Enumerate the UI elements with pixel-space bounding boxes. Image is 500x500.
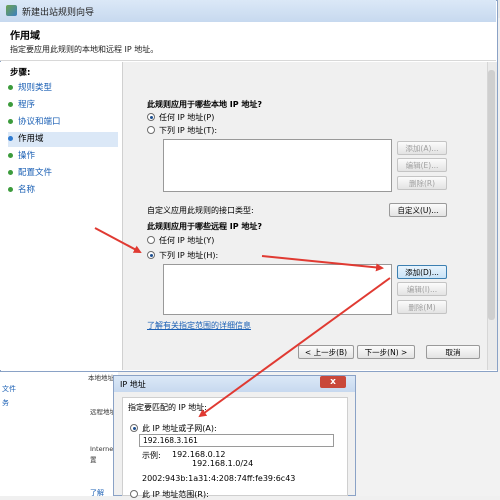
- background-window-left: 文件 务: [0, 370, 118, 496]
- local-ip-list[interactable]: [163, 139, 392, 192]
- ip-dialog-titlebar[interactable]: [114, 376, 355, 392]
- next-button[interactable]: 下一步(N) >: [357, 345, 415, 359]
- step-dot-icon: [8, 153, 13, 158]
- remote-add-button[interactable]: 添加(D)...: [397, 265, 447, 279]
- remote-any-radio[interactable]: [147, 236, 155, 244]
- step-program[interactable]: 程序: [8, 98, 118, 113]
- background-text: 置: [90, 456, 97, 464]
- example-label: 示例:: [142, 451, 161, 460]
- local-any-label[interactable]: 任何 IP 地址(P): [159, 112, 214, 123]
- remote-ip-list[interactable]: [163, 264, 392, 315]
- local-add-button[interactable]: 添加(A)...: [397, 141, 447, 155]
- page-title: 作用域: [10, 31, 40, 42]
- step-scope[interactable]: 作用域: [8, 132, 118, 147]
- background-text: 本地地址: [88, 374, 114, 382]
- learn-more-link[interactable]: 了解有关指定范围的详细信息: [147, 320, 251, 331]
- background-text: 了解: [90, 489, 104, 497]
- ip-subnet-radio[interactable]: [130, 424, 138, 432]
- interface-type-label: 自定义应用此规则的接口类型:: [147, 206, 254, 215]
- step-dot-icon: [8, 170, 13, 175]
- step-name[interactable]: 名称: [8, 183, 118, 198]
- back-button[interactable]: < 上一步(B): [298, 345, 354, 359]
- ip-address-input[interactable]: 192.168.3.161: [139, 434, 334, 447]
- local-edit-button[interactable]: 编辑(E)...: [397, 158, 447, 172]
- ip-dialog-title: IP 地址: [120, 380, 146, 389]
- example-subnet: 192.168.1.0/24: [192, 459, 254, 468]
- example-ipv4: 192.168.0.12: [172, 450, 226, 459]
- local-list-radio[interactable]: [147, 126, 155, 134]
- wizard-title: 新建出站规则向导: [22, 8, 95, 18]
- local-list-label[interactable]: 下列 IP 地址(T):: [159, 125, 217, 136]
- step-dot-icon: [8, 187, 13, 192]
- step-dot-icon: [8, 102, 13, 107]
- step-dot-icon: [8, 136, 13, 141]
- ip-range-label[interactable]: 此 IP 地址范围(R):: [142, 489, 209, 500]
- local-any-radio[interactable]: [147, 113, 155, 121]
- background-text: 务: [2, 399, 9, 407]
- ip-subnet-label[interactable]: 此 IP 地址或子网(A):: [142, 423, 217, 434]
- remote-list-label[interactable]: 下列 IP 地址(H):: [159, 250, 218, 261]
- step-action[interactable]: 操作: [8, 149, 118, 164]
- steps-title: 步骤:: [10, 68, 31, 78]
- step-dot-icon: [8, 119, 13, 124]
- cancel-button[interactable]: 取消: [426, 345, 480, 359]
- remote-list-radio[interactable]: [147, 251, 155, 259]
- background-text: 文件: [2, 385, 16, 393]
- ip-prompt: 指定要匹配的 IP 地址:: [128, 403, 207, 412]
- page-subtitle: 指定要应用此规则的本地和远程 IP 地址。: [10, 45, 159, 54]
- background-text: Interne: [90, 445, 114, 453]
- scrollbar-thumb[interactable]: [488, 70, 495, 320]
- ip-range-radio[interactable]: [130, 490, 138, 498]
- step-protocol-and-ports[interactable]: 协议和端口: [8, 115, 118, 130]
- step-profile[interactable]: 配置文件: [8, 166, 118, 181]
- local-ip-heading: 此规则应用于哪些本地 IP 地址?: [147, 100, 263, 109]
- step-dot-icon: [8, 85, 13, 90]
- firewall-icon: [6, 5, 17, 16]
- customize-button[interactable]: 自定义(U)...: [389, 203, 447, 217]
- remote-ip-heading: 此规则应用于哪些远程 IP 地址?: [147, 222, 263, 231]
- remote-edit-button[interactable]: 编辑(I)...: [397, 282, 447, 296]
- remote-delete-button[interactable]: 删除(M): [397, 300, 447, 314]
- local-delete-button[interactable]: 删除(R): [397, 176, 447, 190]
- wizard-header: [0, 22, 496, 61]
- step-rule-type[interactable]: 规则类型: [8, 81, 118, 96]
- remote-any-label[interactable]: 任何 IP 地址(Y): [159, 235, 214, 246]
- close-button[interactable]: x: [320, 376, 346, 388]
- example-ipv6: 2002:943b:1a31:4:208:74ff:fe39:6c43: [142, 474, 296, 483]
